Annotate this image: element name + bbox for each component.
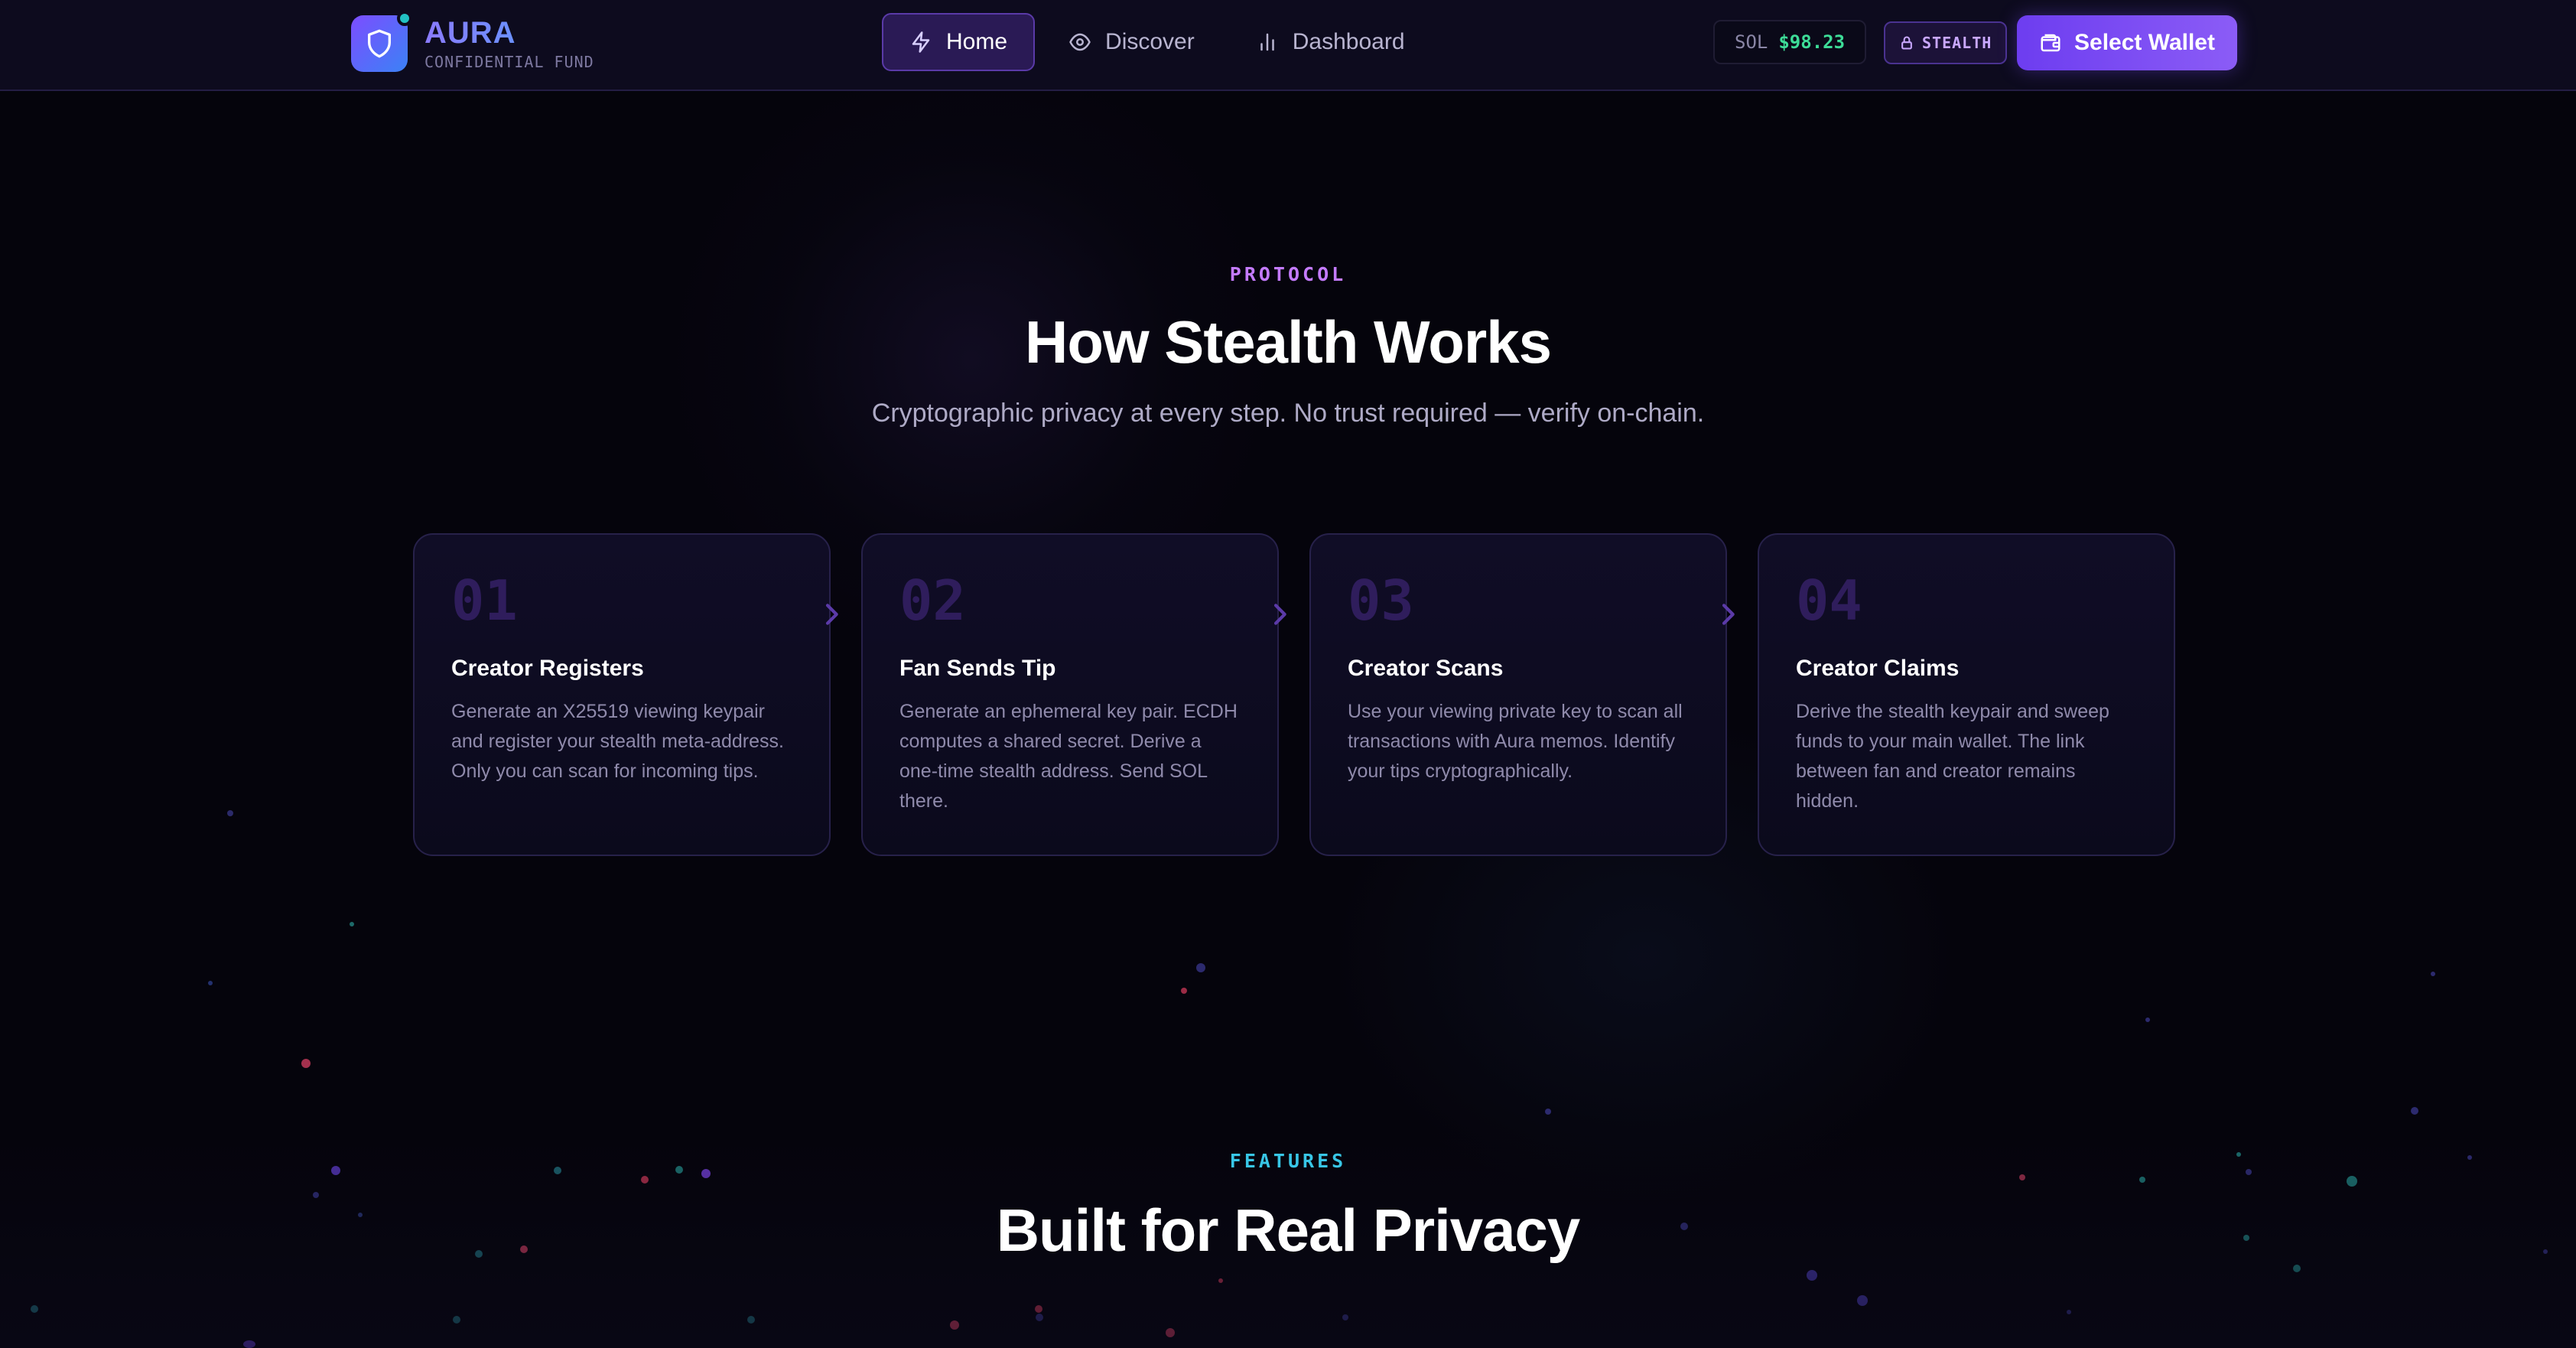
brand-name: AURA	[424, 16, 594, 50]
nav-dashboard-label: Dashboard	[1292, 29, 1405, 54]
step-description: Generate an X25519 viewing keypair and r…	[451, 701, 784, 782]
wallet-icon	[2039, 31, 2062, 54]
brand-subtitle: CONFIDENTIAL FUND	[424, 53, 594, 71]
step-card: 04 Creator Claims Derive the stealth key…	[1758, 533, 2175, 856]
top-navbar: AURA CONFIDENTIAL FUND Home Discover Das…	[0, 0, 2576, 91]
chevron-right-icon	[1712, 599, 1743, 630]
step-number: 04	[1796, 568, 1862, 633]
step-number: 02	[899, 568, 966, 633]
nav-discover[interactable]: Discover	[1041, 13, 1222, 71]
nav-dashboard[interactable]: Dashboard	[1228, 13, 1433, 71]
steps-grid: 01 Creator Registers Generate an X25519 …	[413, 533, 2175, 856]
step-description: Derive the stealth keypair and sweep fun…	[1796, 701, 2109, 812]
step-title: Creator Registers	[451, 656, 644, 681]
nav-home[interactable]: Home	[882, 13, 1036, 71]
features-title: Built for Real Privacy	[996, 1197, 1581, 1264]
bar-chart-icon	[1256, 31, 1279, 54]
sol-price-ticker: SOL $98.23	[1713, 20, 1867, 64]
step-card: 03 Creator Scans Use your viewing privat…	[1309, 533, 1727, 856]
step-description: Use your viewing private key to scan all…	[1348, 701, 1683, 782]
select-wallet-button[interactable]: Select Wallet	[2017, 15, 2237, 70]
price-label: SOL	[1735, 31, 1768, 53]
chevron-right-icon	[1264, 599, 1295, 630]
nav-discover-label: Discover	[1105, 29, 1195, 54]
lock-icon	[1899, 35, 1914, 50]
step-title: Fan Sends Tip	[899, 656, 1056, 681]
step-description: Generate an ephemeral key pair. ECDH com…	[899, 701, 1238, 812]
price-value: $98.23	[1778, 31, 1846, 53]
protocol-eyebrow: PROTOCOL	[1229, 263, 1347, 285]
status-dot	[397, 11, 412, 26]
protocol-title: How Stealth Works	[1024, 308, 1552, 376]
step-number: 03	[1348, 568, 1414, 633]
step-card: 02 Fan Sends Tip Generate an ephemeral k…	[861, 533, 1279, 856]
stealth-badge: STEALTH	[1884, 21, 2008, 64]
step-number: 01	[451, 568, 518, 633]
protocol-subtitle: Cryptographic privacy at every step. No …	[871, 399, 1705, 428]
step-title: Creator Scans	[1348, 656, 1504, 681]
lightning-icon	[909, 31, 932, 54]
brand-logo-link[interactable]: AURA CONFIDENTIAL FUND	[351, 11, 594, 73]
select-wallet-label: Select Wallet	[2074, 30, 2215, 55]
chevron-right-icon	[816, 599, 847, 630]
nav-home-label: Home	[946, 29, 1008, 54]
stealth-badge-label: STEALTH	[1922, 34, 1992, 52]
eye-icon	[1068, 31, 1091, 54]
step-title: Creator Claims	[1796, 656, 1960, 681]
features-eyebrow: FEATURES	[1229, 1150, 1347, 1172]
main-nav: Home Discover Dashboard	[882, 13, 1439, 71]
step-card: 01 Creator Registers Generate an X25519 …	[413, 533, 831, 856]
shield-icon	[351, 11, 412, 72]
